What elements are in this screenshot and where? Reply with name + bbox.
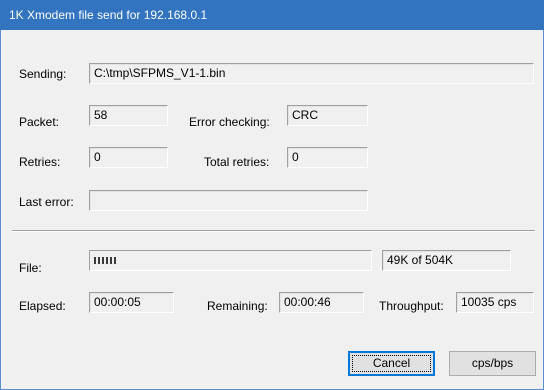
- progress-segment: [106, 257, 108, 264]
- progress-segment: [114, 257, 116, 264]
- progress-segment: [102, 257, 104, 264]
- remaining-label: Remaining:: [207, 299, 268, 313]
- retries-label: Retries:: [19, 155, 61, 169]
- title-bar: 1K Xmodem file send for 192.168.0.1: [0, 0, 544, 30]
- throughput-field: 10035 cps: [456, 292, 534, 313]
- dialog-body: Sending: C:\tmp\SFPMS_V1-1.bin Packet: 5…: [0, 30, 544, 390]
- elapsed-label: Elapsed:: [19, 299, 66, 313]
- separator: [12, 230, 535, 232]
- file-label: File:: [19, 261, 42, 275]
- progress-segment: [110, 257, 112, 264]
- remaining-field: 00:00:46: [279, 292, 364, 313]
- progress-segment: [94, 257, 96, 264]
- cancel-button-label: Cancel: [372, 356, 411, 370]
- total-retries-label: Total retries:: [204, 155, 270, 169]
- cancel-button[interactable]: Cancel: [348, 351, 435, 376]
- last-error-label: Last error:: [19, 195, 74, 209]
- last-error-field: [89, 190, 368, 211]
- retries-field: 0: [89, 147, 168, 168]
- window-title: 1K Xmodem file send for 192.168.0.1: [9, 8, 208, 22]
- throughput-label: Throughput:: [379, 299, 444, 313]
- file-progress-text: 49K of 504K: [382, 250, 511, 271]
- progress-segment: [98, 257, 100, 264]
- cps-bps-button-label: cps/bps: [471, 356, 514, 370]
- packet-field: 58: [89, 105, 168, 126]
- elapsed-field: 00:00:05: [89, 292, 174, 313]
- cps-bps-button[interactable]: cps/bps: [449, 351, 536, 376]
- file-progress-bar: [89, 250, 372, 271]
- total-retries-field: 0: [287, 147, 368, 168]
- sending-label: Sending:: [19, 67, 67, 81]
- sending-field: C:\tmp\SFPMS_V1-1.bin: [89, 63, 534, 84]
- error-checking-label: Error checking:: [189, 115, 270, 129]
- packet-label: Packet:: [19, 115, 60, 129]
- error-checking-field: CRC: [287, 105, 368, 126]
